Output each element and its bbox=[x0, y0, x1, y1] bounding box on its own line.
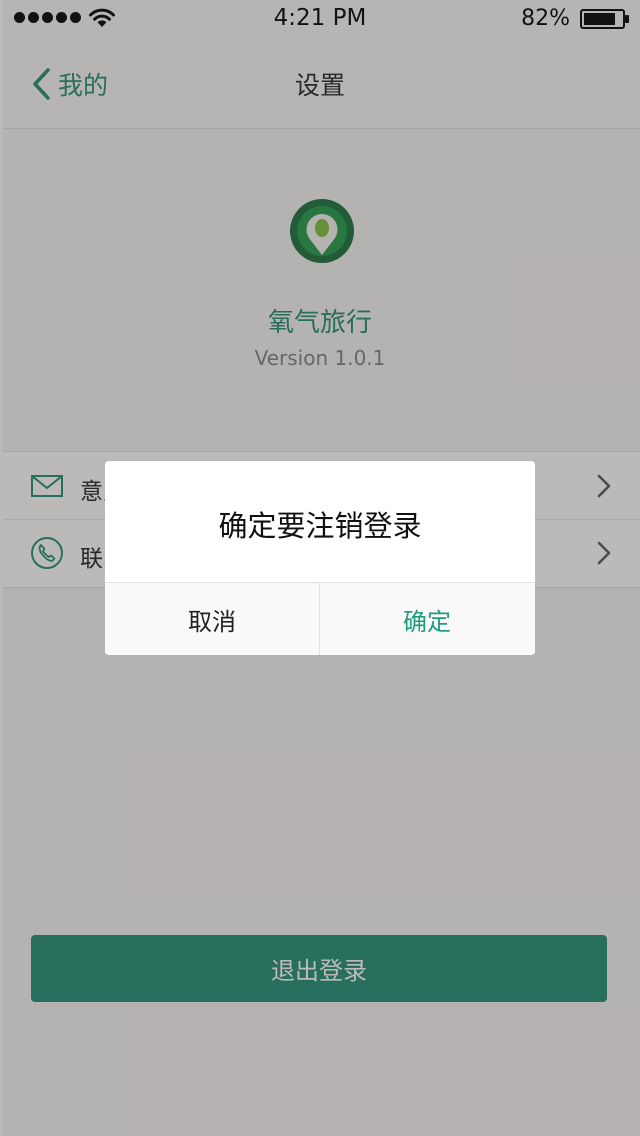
logout-confirm-dialog: 确定要注销登录 取消 确定 bbox=[105, 461, 535, 655]
dialog-buttons: 取消 确定 bbox=[105, 582, 535, 655]
confirm-button[interactable]: 确定 bbox=[320, 583, 534, 655]
cancel-button[interactable]: 取消 bbox=[105, 583, 319, 655]
settings-screen: 4:21 PM 82% 我的 设置 氧气旅行 Version 1.0.1 退出登… bbox=[0, 0, 640, 1136]
confirm-label: 确定 bbox=[403, 608, 451, 636]
dialog-message: 确定要注销登录 bbox=[218, 509, 422, 543]
cancel-label: 取消 bbox=[188, 608, 236, 636]
